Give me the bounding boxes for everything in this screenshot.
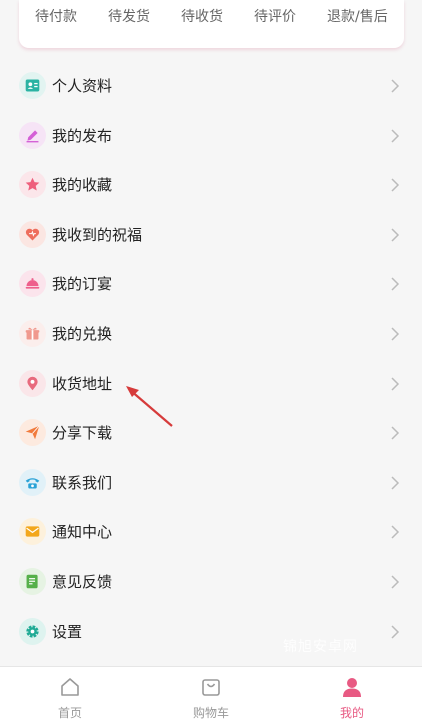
tab-cart[interactable]: 购物车 bbox=[151, 667, 271, 721]
order-tab-refund-aftersale[interactable]: 退款/售后 bbox=[327, 6, 388, 26]
order-tab-pending-shipment[interactable]: 待发货 bbox=[108, 6, 150, 26]
menu-item-feedback[interactable]: 意见反馈 bbox=[0, 557, 422, 607]
menu-item-label: 个人资料 bbox=[52, 77, 113, 95]
order-tab-pending-payment[interactable]: 待付款 bbox=[35, 6, 77, 26]
menu-item-label: 我的收藏 bbox=[52, 176, 113, 195]
chevron-right-icon bbox=[391, 426, 400, 440]
profile-menu-list: 个人资料 我的发布 我的收藏 我收到的祝福 我的订宴 我的兑换 收货地址 分享下… bbox=[0, 61, 422, 656]
menu-item-contact-us[interactable]: 联系我们 bbox=[0, 458, 422, 508]
order-tab-pending-receipt[interactable]: 待收货 bbox=[181, 6, 223, 26]
home-icon bbox=[61, 678, 79, 696]
menu-item-label: 设置 bbox=[52, 622, 83, 641]
menu-item-notifications[interactable]: 通知中心 bbox=[0, 507, 422, 557]
chevron-right-icon bbox=[391, 228, 400, 242]
menu-item-blessings[interactable]: 我收到的祝福 bbox=[0, 210, 422, 260]
order-status-card: 待付款 待发货 待收货 待评价 退款/售后 bbox=[19, 0, 404, 48]
tab-mine[interactable]: 我的 bbox=[292, 667, 412, 721]
chevron-right-icon bbox=[391, 327, 400, 341]
chevron-right-icon bbox=[391, 476, 400, 490]
menu-item-shipping-address[interactable]: 收货地址 bbox=[0, 359, 422, 409]
shopping-bag-icon bbox=[202, 679, 220, 696]
menu-item-redemptions[interactable]: 我的兑换 bbox=[0, 309, 422, 359]
tab-home[interactable]: 首页 bbox=[10, 667, 130, 721]
menu-item-settings[interactable]: 设置 bbox=[0, 607, 422, 657]
chevron-right-icon bbox=[391, 277, 400, 291]
phone-icon bbox=[19, 468, 46, 496]
chevron-right-icon bbox=[391, 377, 400, 391]
chevron-right-icon bbox=[391, 178, 400, 192]
menu-item-my-posts[interactable]: 我的发布 bbox=[0, 111, 422, 161]
menu-item-banquet-orders[interactable]: 我的订宴 bbox=[0, 259, 422, 309]
dish-cover-icon bbox=[19, 270, 46, 298]
feedback-icon bbox=[19, 567, 46, 595]
menu-item-label: 意见反馈 bbox=[52, 572, 113, 591]
pencil-icon bbox=[19, 121, 46, 149]
chevron-right-icon bbox=[391, 625, 400, 639]
menu-item-label: 我的发布 bbox=[52, 126, 113, 145]
chevron-right-icon bbox=[391, 575, 400, 589]
tab-label: 首页 bbox=[57, 706, 82, 720]
user-icon bbox=[343, 678, 361, 697]
chevron-right-icon bbox=[391, 525, 400, 539]
location-pin-icon bbox=[19, 369, 46, 397]
chevron-right-icon bbox=[391, 79, 400, 93]
menu-item-label: 我的兑换 bbox=[52, 324, 113, 343]
order-tab-pending-review[interactable]: 待评价 bbox=[254, 6, 296, 26]
profile-card-icon bbox=[19, 72, 46, 99]
menu-item-label: 通知中心 bbox=[52, 523, 113, 542]
paper-plane-icon bbox=[19, 419, 46, 447]
gear-icon bbox=[19, 617, 46, 645]
menu-item-favorites[interactable]: 我的收藏 bbox=[0, 160, 422, 210]
menu-item-share-download[interactable]: 分享下载 bbox=[0, 408, 422, 458]
tab-label: 购物车 bbox=[192, 706, 229, 720]
chevron-right-icon bbox=[391, 129, 400, 143]
menu-item-label: 我收到的祝福 bbox=[52, 225, 143, 244]
watermark-text: 锦旭安卓网 bbox=[283, 639, 358, 655]
envelope-icon bbox=[19, 518, 46, 546]
star-icon bbox=[19, 171, 46, 199]
menu-item-label: 收货地址 bbox=[52, 374, 113, 393]
heart-icon bbox=[19, 220, 46, 248]
menu-item-label: 分享下载 bbox=[52, 424, 113, 443]
bottom-tab-bar: 首页 购物车 我的 bbox=[0, 666, 422, 721]
gift-icon bbox=[19, 319, 46, 347]
menu-item-label: 我的订宴 bbox=[52, 275, 113, 294]
tab-label: 我的 bbox=[339, 706, 364, 720]
menu-item-label: 联系我们 bbox=[52, 473, 113, 492]
menu-item-profile[interactable]: 个人资料 bbox=[0, 61, 422, 111]
